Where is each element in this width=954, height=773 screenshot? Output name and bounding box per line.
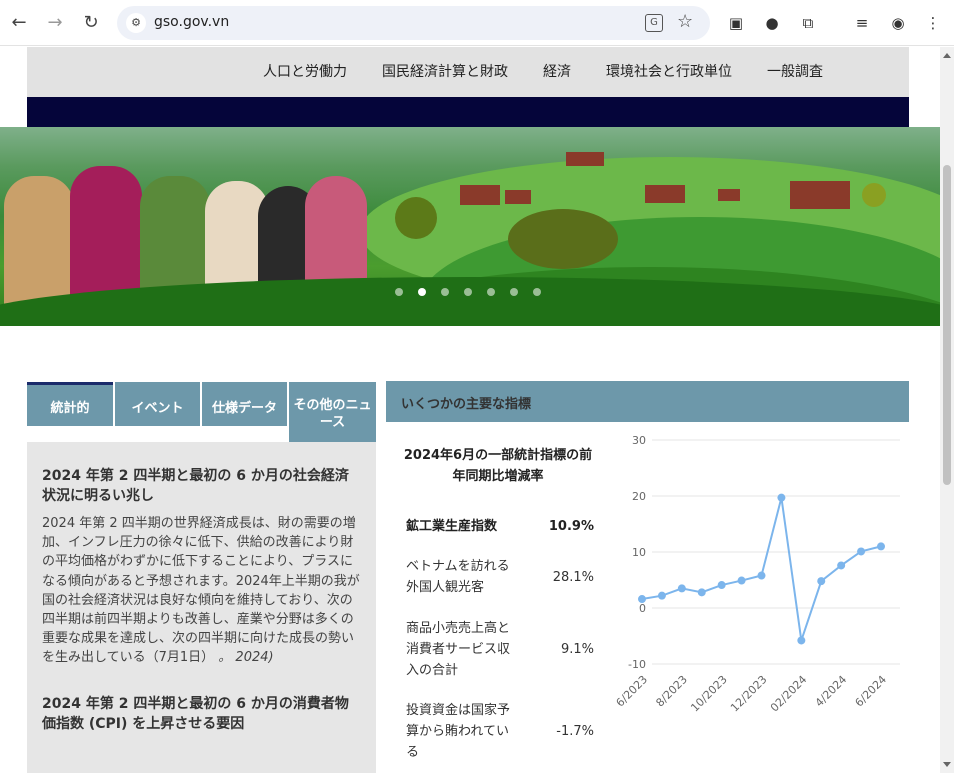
chart-data-point[interactable] (777, 493, 786, 502)
indicator-value: 10.9% (548, 519, 594, 534)
house-shape (566, 152, 604, 166)
aperture-extension-icon[interactable]: ● (761, 12, 783, 34)
chart-series-line (641, 497, 882, 641)
menu-item-national-accounts[interactable]: 国民経済計算と財政 (382, 61, 508, 81)
indicator-row: ベトナムを訪れる外国人観光客 28.1% (406, 556, 594, 600)
indicators-header: いくつかの主要な指標 (386, 381, 909, 422)
bookmark-star-icon[interactable]: ☆ (677, 11, 693, 32)
tree-shape (862, 183, 886, 207)
indicator-row: 商品小売売上高と消費者サービス収入の合計 9.1% (406, 618, 594, 682)
hero-banner (0, 127, 940, 326)
url-text[interactable]: gso.gov.vn (154, 14, 229, 30)
indicator-row: 投資資金は国家予算から賄われている -1.7% (406, 700, 594, 764)
extensions-puzzle-icon[interactable]: ⧉ (797, 12, 819, 34)
tab-spec-data[interactable]: 仕様データ (202, 382, 287, 426)
chart-x-tick-label: 02/2024 (768, 673, 810, 715)
news-tabs: 統計的 イベント 仕様データ その他のニュース (27, 382, 376, 442)
web-page: 人口と労働力 国民経済計算と財政 経済 環境社会と行政単位 一般調査 統計的 イ… (0, 47, 940, 773)
indicator-label: ベトナムを訪れる外国人観光客 (406, 559, 510, 595)
tree-shape (395, 197, 437, 239)
chart-y-tick-label: 20 (632, 490, 646, 503)
forward-icon[interactable]: → (44, 12, 66, 34)
reload-icon[interactable]: ↻ (80, 12, 102, 34)
news-panel: 2024 年第 2 四半期と最初の 6 か月の社会経済状況に明るい兆し 2024… (27, 442, 376, 773)
carousel-dot[interactable] (510, 288, 518, 296)
navy-strip (27, 97, 909, 127)
carousel-dot[interactable] (533, 288, 541, 296)
translate-icon[interactable]: G (645, 14, 663, 32)
news-title[interactable]: 2024 年第 2 四半期と最初の 6 か月の消費者物価指数 (CPI) を上昇… (42, 694, 362, 734)
house-shape (460, 185, 500, 205)
chart-x-tick-label: 10/2023 (688, 673, 730, 715)
indicator-value: 9.1% (560, 642, 594, 657)
scroll-down-icon[interactable] (943, 762, 951, 767)
chart-data-point[interactable] (837, 561, 846, 570)
chart-x-tick-label: 4/2024 (813, 673, 850, 710)
house-shape (790, 181, 850, 209)
chart-y-tick-label: 30 (632, 434, 646, 447)
chart-x-tick-label: 12/2023 (728, 673, 770, 715)
indicator-value: -1.7% (556, 724, 594, 739)
indicator-line-chart: 30 20 10 0 -10 6/2023 8/202310/202312/202302/… (614, 434, 900, 715)
chart-data-point[interactable] (677, 584, 686, 593)
news-summary: 2024 年第 2 四半期の世界経済成長は、財の需要の増加、インフレ圧力の徐々に… (42, 514, 362, 668)
chart-y-tick-label: 0 (639, 602, 646, 615)
indicator-row: 鉱工業生産指数 10.9% (406, 516, 594, 540)
tab-other-news[interactable]: その他のニュース (289, 382, 376, 442)
menu-item-population[interactable]: 人口と労働力 (263, 61, 347, 81)
chart-data-point[interactable] (638, 595, 646, 604)
chart-x-tick-label: 6/2024 (853, 673, 890, 710)
chart-data-point[interactable] (657, 591, 666, 600)
carousel-dot[interactable] (464, 288, 472, 296)
chart-data-point[interactable] (697, 588, 706, 597)
browser-toolbar: ← → ↻ ⚙ gso.gov.vn G ☆ ▣ ● ⧉ ≡ ◉ ⋮ (0, 0, 954, 46)
chart-data-point[interactable] (737, 576, 746, 585)
indicators-title: 2024年6月の一部統計指標の前年同期比増減率 (403, 448, 593, 484)
chart-data-point[interactable] (717, 581, 726, 590)
menu-item-environment[interactable]: 環境社会と行政単位 (606, 61, 732, 81)
profile-avatar-icon[interactable]: ◉ (887, 12, 909, 34)
indicator-value: 28.1% (552, 570, 594, 585)
house-shape (718, 189, 740, 201)
chart-data-point[interactable] (857, 547, 866, 556)
news-body: 2024 年第 2 四半期の世界経済成長は、財の需要の増加、インフレ圧力の徐々に… (42, 516, 360, 666)
carousel-dot[interactable] (441, 288, 449, 296)
page-scrollbar[interactable] (940, 47, 954, 773)
scroll-thumb[interactable] (943, 165, 951, 485)
chart-data-point[interactable] (877, 542, 885, 551)
scroll-up-icon[interactable] (943, 53, 951, 58)
indicator-label: 鉱工業生産指数 (406, 519, 498, 534)
carousel-dot-active[interactable] (418, 288, 426, 296)
chart-data-point[interactable] (757, 571, 766, 580)
carousel-dot[interactable] (395, 288, 403, 296)
indicator-label: 投資資金は国家予算から賄われている (406, 703, 511, 760)
top-menu: 人口と労働力 国民経済計算と財政 経済 環境社会と行政単位 一般調査 (27, 47, 909, 97)
tree-shape (508, 209, 618, 269)
chart-x-tick-label: 6/2023 (614, 673, 651, 710)
media-control-icon[interactable]: ≡ (851, 12, 873, 34)
chart-y-tick-label: -10 (628, 658, 646, 671)
address-bar[interactable]: ⚙ gso.gov.vn G ☆ (117, 6, 710, 40)
tab-statistics[interactable]: 統計的 (27, 382, 113, 426)
house-shape (645, 185, 685, 203)
tab-events[interactable]: イベント (115, 382, 200, 426)
carousel-dot[interactable] (487, 288, 495, 296)
house-shape (505, 190, 531, 204)
indicator-label: 商品小売売上高と消費者サービス収入の合計 (406, 621, 511, 678)
chat-extension-icon[interactable]: ▣ (725, 12, 747, 34)
menu-item-surveys[interactable]: 一般調査 (767, 61, 823, 81)
back-icon[interactable]: ← (8, 12, 30, 34)
news-title[interactable]: 2024 年第 2 四半期と最初の 6 か月の社会経済状況に明るい兆し (42, 466, 362, 506)
more-menu-icon[interactable]: ⋮ (922, 12, 944, 34)
site-info-icon[interactable]: ⚙ (126, 13, 146, 33)
chart-y-tick-label: 10 (632, 546, 646, 559)
menu-item-economy[interactable]: 経済 (543, 61, 571, 81)
chart-data-point[interactable] (797, 636, 806, 645)
chart-x-tick-label: 8/2023 (653, 673, 690, 710)
news-date: 。 2024) (218, 650, 274, 666)
chart-data-point[interactable] (817, 577, 826, 586)
